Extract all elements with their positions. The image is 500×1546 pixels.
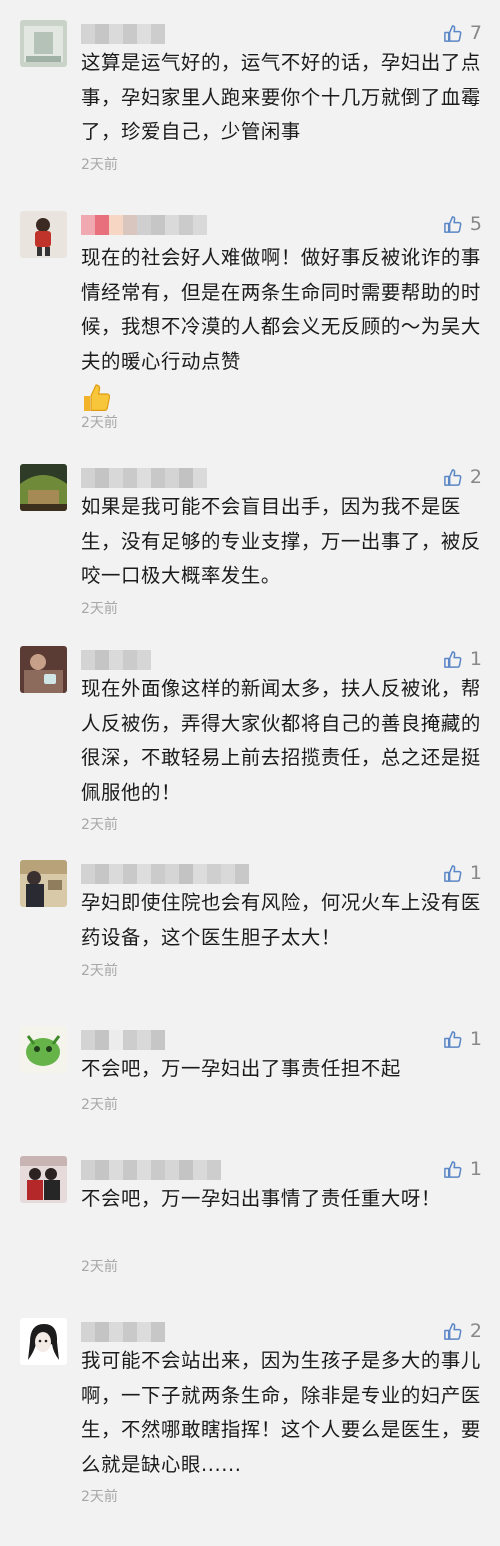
comment-time: 2天前 [81,963,118,979]
thumbs-up-icon [444,24,462,42]
like-count: 1 [469,862,482,884]
thumbs-up-icon [444,468,462,486]
like-button[interactable]: 7 [443,20,482,46]
avatar[interactable] [20,646,67,693]
comment-time: 2天前 [81,415,118,431]
comment-time: 2天前 [81,817,118,833]
like-button[interactable]: 1 [443,1156,482,1182]
avatar[interactable] [20,860,67,907]
like-count: 5 [469,213,482,235]
comment-time: 2天前 [81,1489,118,1505]
comment-text: 不会吧，万一孕妇出事情了责任重大呀！ [81,1187,441,1210]
avatar[interactable] [20,20,67,67]
comment-text: 我可能不会站出来，因为生孩子是多大的事儿啊，一下子就两条生命，除非是专业的妇产医… [81,1349,481,1476]
like-button[interactable]: 2 [443,1318,482,1344]
avatar[interactable] [20,1026,67,1073]
like-count: 1 [469,1028,482,1050]
username-blurred[interactable] [81,215,207,235]
like-button[interactable]: 5 [443,211,482,237]
comment-text-block: 现在的社会好人难做啊！做好事反被讹诈的事情经常有，但是在两条生命同时需要帮助的时… [81,241,481,415]
username-blurred[interactable] [81,468,207,488]
comment-time: 2天前 [81,601,118,617]
thumbs-up-icon [444,864,462,882]
like-count: 2 [469,466,482,488]
comment-time: 2天前 [81,1097,118,1113]
username-blurred[interactable] [81,1322,165,1342]
comment-text: 现在的社会好人难做啊！做好事反被讹诈的事情经常有，但是在两条生命同时需要帮助的时… [81,246,481,373]
like-count: 2 [469,1320,482,1342]
comment-text: 现在外面像这样的新闻太多，扶人反被讹，帮人反被伤，弄得大家伙都将自己的善良掩藏的… [81,677,481,804]
comment-time: 2天前 [81,157,118,173]
avatar[interactable] [20,211,67,258]
thumbs-up-icon [444,1030,462,1048]
comment-text: 不会吧，万一孕妇出了事责任担不起 [81,1057,401,1080]
avatar[interactable] [20,464,67,511]
like-button[interactable]: 1 [443,1026,482,1052]
thumbs-up-icon [444,1160,462,1178]
thumbs-up-icon [444,215,462,233]
like-count: 7 [469,22,482,44]
username-blurred[interactable] [81,24,165,44]
comment-text: 孕妇即使住院也会有风险，何况火车上没有医药设备，这个医生胆子太大！ [81,891,481,949]
avatar[interactable] [20,1318,67,1365]
comment-time: 2天前 [81,1259,118,1275]
comment-text: 如果是我可能不会盲目出手，因为我不是医生，没有足够的专业支撑，万一出事了，被反咬… [81,495,481,587]
comment-text: 这算是运气好的，运气不好的话，孕妇出了点事，孕妇家里人跑来要你个十几万就倒了血霉… [81,51,481,143]
thumbs-up-emoji-icon [84,384,111,411]
username-blurred[interactable] [81,1030,165,1050]
like-button[interactable]: 1 [443,860,482,886]
like-count: 1 [469,648,482,670]
avatar[interactable] [20,1156,67,1203]
thumbs-up-icon [444,650,462,668]
username-blurred[interactable] [81,650,151,670]
like-button[interactable]: 1 [443,646,482,672]
username-blurred[interactable] [81,1160,221,1180]
like-button[interactable]: 2 [443,464,482,490]
comment-list: 7 这算是运气好的，运气不好的话，孕妇出了点事，孕妇家里人跑来要你个十几万就倒了… [0,0,500,1546]
thumbs-up-icon [444,1322,462,1340]
like-count: 1 [469,1158,482,1180]
username-blurred[interactable] [81,864,249,884]
